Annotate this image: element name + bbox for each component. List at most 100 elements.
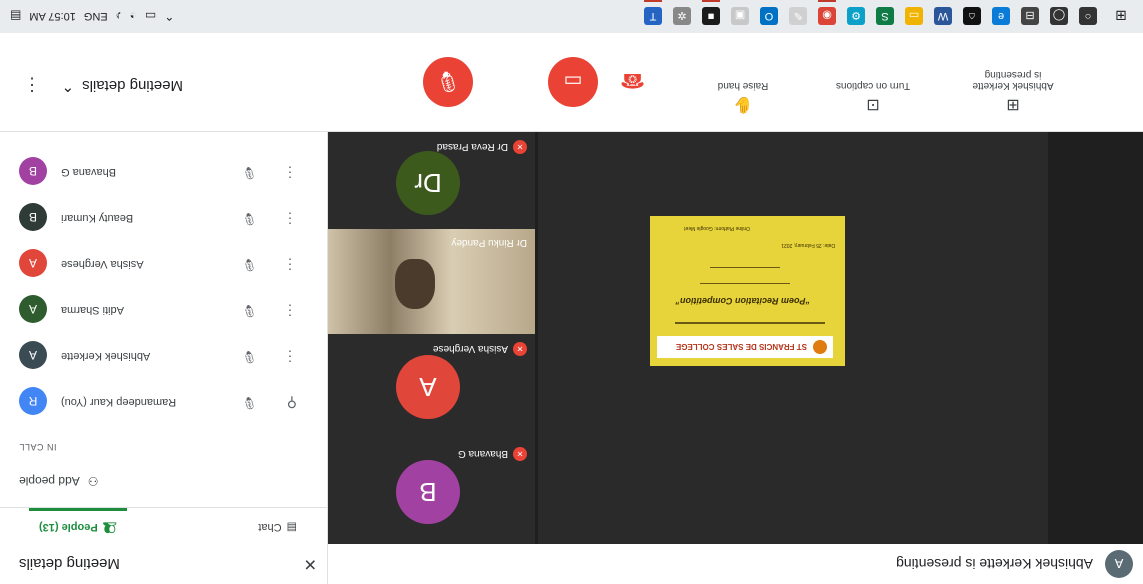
mic-off-button[interactable]: 🎙︎	[423, 57, 473, 107]
participant-row[interactable]: R Ramandeep Kaur (You) 🎙︎ ⚲	[0, 378, 327, 424]
doc-title: “Poem Recitation Competition”	[675, 296, 810, 306]
participant-tile[interactable]: Dr ✕ Dr Reva Prasad	[328, 132, 535, 229]
start-icon[interactable]: ⊞	[1113, 8, 1129, 25]
presenting-banner: A Abhishek Kerkette is presenting	[328, 544, 1143, 584]
mic-off-icon: 🎙︎	[241, 212, 257, 226]
doc-line	[710, 267, 780, 268]
word-app-icon[interactable]: W	[934, 7, 952, 25]
presenting-label-2: is presenting	[984, 69, 1042, 80]
close-icon[interactable]: ✕	[304, 554, 317, 574]
doc-date: Date: 25 February, 2021	[781, 242, 835, 248]
panel-title: Meeting details	[19, 555, 120, 573]
video-stage: ST FRANCIS DE SALES COLLEGE “Poem Recita…	[328, 132, 1143, 544]
taskbar: ⊞ ○ ◯ ⊟ e ⌂ W ▭ S ⚙ ◉ ✎ O ▣ ■ ✲ T ⌃ ▭ ◔ ♪ ENG 10:57 AM …	[0, 0, 1143, 34]
participant-row[interactable]: B Beauty Kumari 🎙︎ ⋮	[0, 194, 327, 240]
outlook-app-icon[interactable]: O	[760, 7, 778, 25]
mic-off-icon: 🎙︎	[241, 166, 257, 180]
panel-header: ✕ Meeting details	[0, 544, 327, 584]
panel-tabs: ▤ Chat 👥︎ People (13)	[0, 507, 327, 544]
more-options-icon[interactable]: ⋮	[283, 348, 297, 365]
more-options-icon[interactable]: ⋮	[283, 256, 297, 273]
raise-hand-button[interactable]: ✋ Raise hand	[698, 80, 788, 115]
tile-name-label: Dr Rinku Pandey	[451, 237, 527, 248]
mic-off-icon: ✕	[513, 447, 527, 461]
mic-off-icon: 🎙︎	[241, 258, 257, 272]
participant-name: Aditi Sharma	[61, 304, 124, 316]
sheets-app-icon[interactable]: S	[876, 7, 894, 25]
participant-row[interactable]: A Aditi Sharma 🎙︎ ⋮	[0, 286, 327, 332]
college-header: ST FRANCIS DE SALES COLLEGE	[657, 336, 833, 358]
more-options-icon[interactable]: ⋮	[283, 164, 297, 181]
notification-icon[interactable]: ▤	[10, 9, 21, 23]
tile-avatar: A	[396, 355, 460, 419]
explorer-app-icon[interactable]: ▭	[905, 7, 923, 25]
settings-app-icon[interactable]: ⚙	[847, 7, 865, 25]
mic-off-icon: 🎙︎	[241, 350, 257, 364]
hang-up-button[interactable]: ☎	[620, 68, 645, 93]
pin-icon[interactable]: ⚲	[287, 394, 297, 411]
more-options-icon[interactable]: ⋮	[283, 302, 297, 319]
camera-off-icon: ▭	[563, 70, 583, 93]
tile-name: ✕ Bhavana G	[458, 447, 527, 461]
store-app-icon[interactable]: ⌂	[963, 7, 981, 25]
presenting-button[interactable]: ⊞ Abhishek Kerkette is presenting	[963, 69, 1063, 115]
system-tray: ⌃ ▭ ◔ ♪ ENG 10:57 AM ▤	[10, 9, 174, 23]
cortana-app-icon[interactable]: ◯	[1050, 7, 1068, 25]
participant-tile[interactable]: B ✕ Bhavana G	[328, 439, 535, 544]
more-options-icon[interactable]: ⋮	[283, 210, 297, 227]
meeting-details-label: Meeting details	[82, 77, 183, 95]
taskbar-apps: ○ ◯ ⊟ e ⌂ W ▭ S ⚙ ◉ ✎ O ▣ ■ ✲ T	[644, 7, 1097, 25]
presenter-avatar: A	[1105, 550, 1133, 578]
gear-app-icon[interactable]: ✲	[673, 7, 691, 25]
photos-app-icon[interactable]: ▣	[731, 7, 749, 25]
presenting-label-1: Abhishek Kerkette	[972, 80, 1054, 91]
chrome-app-icon[interactable]: ◉	[818, 7, 836, 25]
camera-off-button[interactable]: ▭	[548, 57, 598, 107]
doc-venue: Online Platform: Google Meet	[684, 225, 750, 231]
raise-hand-label: Raise hand	[717, 80, 769, 91]
captions-icon: ⊡	[866, 96, 880, 113]
participant-name: Bhavana G	[61, 166, 117, 178]
wifi-icon[interactable]: ◔	[130, 9, 137, 23]
meeting-details-button[interactable]: Meeting details ⌃	[62, 77, 183, 95]
doc-line	[700, 283, 790, 284]
presenting-text: Abhishek Kerkette is presenting	[896, 556, 1093, 572]
avatar: R	[19, 387, 47, 415]
battery-icon[interactable]: ▭	[145, 9, 156, 23]
more-options-icon[interactable]: ⋮	[23, 74, 41, 95]
search-app-icon[interactable]: ○	[1079, 7, 1097, 25]
paint-app-icon[interactable]: ✎	[789, 7, 807, 25]
add-person-icon: ⚇	[87, 474, 99, 488]
volume-icon[interactable]: ♪	[116, 9, 122, 23]
tab-people-label: People (13)	[39, 521, 98, 534]
add-people-button[interactable]: ⚇ Add people	[19, 474, 99, 488]
edge-app-icon[interactable]: e	[992, 7, 1010, 25]
tile-avatar: B	[396, 460, 460, 524]
avatar: B	[19, 203, 47, 231]
tile-name-label: Asisha Verghese	[432, 343, 508, 355]
participant-row[interactable]: A Abhishek Kerkette 🎙︎ ⋮	[0, 332, 327, 378]
language-indicator[interactable]: ENG	[84, 10, 108, 22]
participant-row[interactable]: B Bhavana G 🎙︎ ⋮	[0, 148, 327, 194]
tile-name-label: Bhavana G	[457, 448, 508, 460]
chat-icon: ▤	[286, 521, 297, 533]
sticky-app-icon[interactable]: ■	[702, 7, 720, 25]
teams-app-icon[interactable]: T	[644, 7, 662, 25]
avatar: B	[19, 157, 47, 185]
mic-off-icon: 🎙︎	[435, 70, 461, 93]
doc-line	[675, 322, 825, 324]
participant-tile[interactable]: A ✕ Asisha Verghese	[328, 334, 535, 439]
mic-off-icon: ✕	[513, 140, 527, 154]
participant-row[interactable]: A Asisha Verghese 🎙︎ ⋮	[0, 240, 327, 286]
chevron-up-icon[interactable]: ⌃	[164, 9, 174, 23]
captions-button[interactable]: ⊡ Turn on captions	[828, 80, 918, 115]
mic-off-icon: 🎙︎	[241, 396, 257, 410]
side-panel: ✕ Meeting details ▤ Chat 👥︎ People (13) …	[0, 132, 328, 584]
taskview-app-icon[interactable]: ⊟	[1021, 7, 1039, 25]
in-call-heading: IN CALL	[19, 442, 57, 452]
tab-people[interactable]: 👥︎ People (13)	[39, 521, 117, 534]
tile-avatar: Dr	[396, 151, 460, 215]
tab-chat[interactable]: ▤ Chat	[258, 521, 297, 534]
participant-tile-video[interactable]: Dr Rinku Pandey	[328, 229, 535, 334]
clock[interactable]: 10:57 AM	[29, 10, 75, 22]
